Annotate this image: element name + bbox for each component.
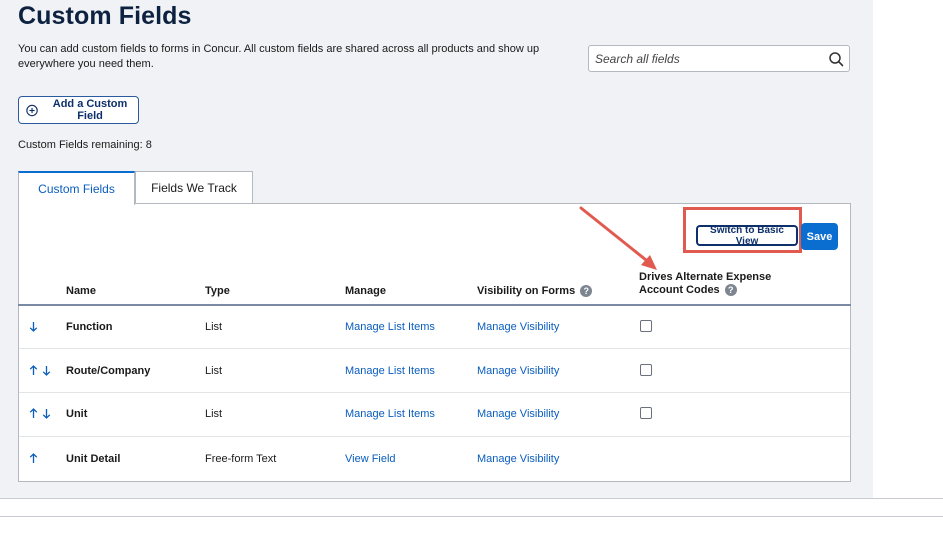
plus-circle-icon — [26, 104, 38, 116]
column-header-drives-line2: Account Codes — [639, 284, 720, 296]
manage-list-items-link[interactable]: Manage List Items — [345, 321, 435, 333]
question-circle-icon[interactable]: ? — [580, 285, 593, 298]
arrow-down-icon[interactable] — [29, 321, 38, 332]
search-icon[interactable] — [828, 51, 844, 67]
table-row-name: Function — [66, 321, 113, 333]
column-header-drives-account-codes: Drives Alternate Expense Account Codes ? — [639, 271, 779, 297]
custom-fields-remaining: Custom Fields remaining: 8 — [18, 139, 152, 151]
row-divider — [19, 392, 850, 393]
table-row-name: Unit Detail — [66, 453, 121, 465]
column-header-visibility-label: Visibility on Forms — [477, 285, 576, 297]
drives-account-codes-checkbox[interactable] — [640, 320, 652, 332]
table-row-type: Free-form Text — [205, 453, 277, 465]
add-custom-field-button[interactable]: Add a Custom Field — [18, 96, 139, 124]
column-header-visibility: Visibility on Forms ? — [477, 285, 593, 298]
manage-visibility-link[interactable]: Manage Visibility — [477, 321, 559, 333]
drives-account-codes-checkbox[interactable] — [640, 407, 652, 419]
manage-list-items-link[interactable]: Manage List Items — [345, 365, 435, 377]
table-header-divider — [18, 304, 851, 306]
table-row-type: List — [205, 408, 223, 420]
column-header-type: Type — [205, 285, 230, 297]
page-description: You can add custom fields to forms in Co… — [18, 43, 540, 70]
manage-visibility-link[interactable]: Manage Visibility — [477, 365, 559, 377]
annotation-arrow — [579, 206, 657, 270]
save-button[interactable]: Save — [801, 223, 838, 250]
manage-list-items-link[interactable]: Manage List Items — [345, 408, 435, 420]
column-header-drives-line1: Drives Alternate Expense — [639, 271, 772, 283]
row-order-controls — [29, 321, 38, 332]
tab-custom-fields[interactable]: Custom Fields — [18, 171, 135, 205]
arrow-down-icon[interactable] — [42, 365, 51, 376]
row-order-controls — [29, 453, 38, 464]
page-title: Custom Fields — [18, 2, 192, 30]
row-order-controls — [29, 408, 51, 419]
question-circle-icon[interactable]: ? — [724, 284, 737, 297]
column-header-manage: Manage — [345, 285, 386, 297]
footer-divider — [0, 516, 943, 517]
tab-fields-we-track[interactable]: Fields We Track — [135, 171, 253, 203]
table-row-type: List — [205, 365, 223, 377]
table-row-type: List — [205, 321, 223, 333]
row-divider — [19, 436, 850, 437]
column-header-name: Name — [66, 285, 96, 297]
add-custom-field-label: Add a Custom Field — [52, 98, 128, 122]
manage-visibility-link[interactable]: Manage Visibility — [477, 408, 559, 420]
table-row-name: Route/Company — [66, 365, 151, 377]
switch-to-basic-view-button[interactable]: Switch to Basic View — [696, 225, 798, 247]
row-divider — [19, 348, 850, 349]
view-field-link[interactable]: View Field — [345, 453, 396, 465]
arrow-up-icon[interactable] — [29, 365, 38, 376]
arrow-down-icon[interactable] — [42, 408, 51, 419]
right-margin — [873, 0, 943, 534]
drives-account-codes-checkbox[interactable] — [640, 364, 652, 376]
manage-visibility-link[interactable]: Manage Visibility — [477, 453, 559, 465]
search-input[interactable] — [595, 50, 825, 68]
row-order-controls — [29, 365, 51, 376]
arrow-up-icon[interactable] — [29, 453, 38, 464]
arrow-up-icon[interactable] — [29, 408, 38, 419]
search-box[interactable] — [588, 45, 850, 72]
table-row-name: Unit — [66, 408, 88, 420]
